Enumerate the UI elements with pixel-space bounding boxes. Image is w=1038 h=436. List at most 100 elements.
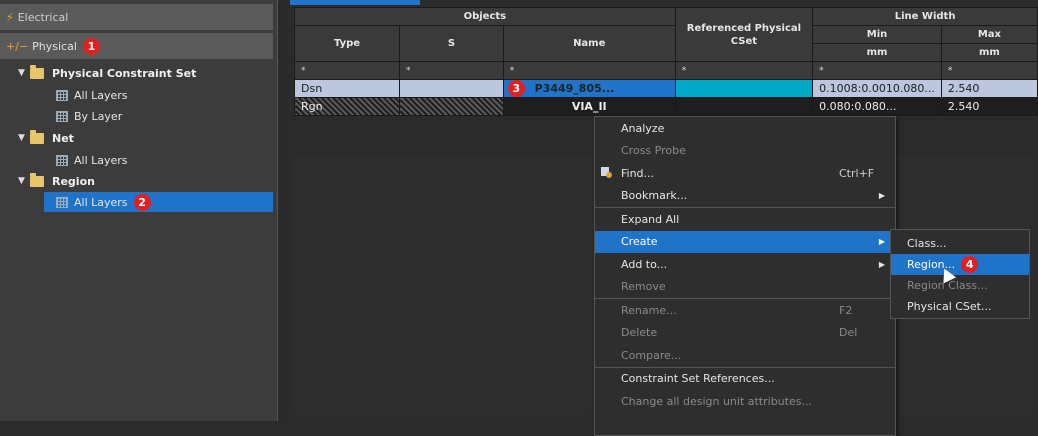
tree-item-net[interactable]: ▼ Net (18, 128, 74, 148)
panel-splitter[interactable] (277, 0, 286, 421)
cell-min[interactable]: 0.080:0.080... (812, 97, 942, 116)
menu-item-add-to[interactable]: Add to... ▶ (595, 253, 895, 276)
menu-label: Create (621, 235, 658, 249)
electrical-label: Electrical (17, 10, 69, 24)
menu-label: Delete (621, 326, 658, 340)
submenu-arrow-icon: ▶ (878, 191, 885, 201)
tree-label: Region (52, 174, 95, 188)
expand-arrow-icon[interactable]: ▼ (18, 68, 30, 78)
filter-max[interactable]: * (940, 61, 1038, 80)
table-row[interactable]: Rgn VIA_II 0.080:0.080... 2.540 (293, 97, 1038, 116)
unit-min: mm (812, 43, 942, 62)
menu-item-compare[interactable]: Compare... (595, 344, 895, 367)
menu-item-create[interactable]: Create ▶ (595, 230, 895, 253)
unit-max: mm (940, 43, 1038, 62)
cell-ref[interactable] (674, 97, 814, 116)
menu-item-remove[interactable]: Remove (595, 276, 895, 299)
cell-s[interactable] (399, 79, 504, 98)
cell-type[interactable]: Rgn (293, 97, 401, 116)
submenu-item-region[interactable]: Region... 4 (891, 254, 1029, 275)
tree-item-all-layers[interactable]: All Layers (56, 85, 128, 105)
step-badge-3: 3 (507, 80, 525, 97)
constraint-table: Objects Referenced Physical CSet Line Wi… (293, 7, 1038, 116)
menu-label: Analyze (621, 121, 665, 135)
cell-ref[interactable] (674, 79, 814, 98)
menu-shortcut: Del (839, 326, 858, 340)
filter-ref[interactable]: * (674, 61, 814, 80)
menu-item-cross-probe[interactable]: Cross Probe (595, 140, 895, 163)
tree-item-all-layers-net[interactable]: All Layers (56, 150, 128, 170)
cell-name-text: P3449_805... (534, 82, 615, 95)
cell-type[interactable]: Dsn (293, 79, 401, 98)
lightning-icon: ⚡ (6, 10, 14, 24)
menu-item-analyze[interactable]: Analyze (595, 117, 895, 140)
physical-label: Physical (32, 39, 77, 53)
submenu-arrow-icon: ▶ (878, 237, 885, 247)
header-referenced-cset[interactable]: Referenced Physical CSet (674, 7, 814, 62)
filter-min[interactable]: * (812, 61, 942, 80)
filter-s[interactable]: * (399, 61, 504, 80)
submenu-item-class[interactable]: Class... (891, 233, 1029, 254)
header-s[interactable]: S (399, 25, 504, 62)
folder-icon (30, 172, 44, 187)
cell-max[interactable]: 2.540 (940, 79, 1038, 98)
tree-label: By Layer (74, 109, 123, 123)
cell-s[interactable] (399, 97, 504, 116)
context-menu: Analyze Cross Probe Find... Ctrl+F Bookm… (594, 116, 896, 436)
electrical-section-header[interactable]: ⚡ Electrical (0, 4, 273, 30)
menu-item-rename[interactable]: Rename... F2 (595, 299, 895, 322)
header-objects: Objects (294, 7, 676, 26)
menu-item-change-design-units[interactable]: Change all design unit attributes... (595, 390, 895, 413)
menu-item-constraint-set-references[interactable]: Constraint Set References... (595, 368, 895, 391)
menu-label: Cross Probe (621, 144, 686, 158)
tree-label: All Layers (74, 153, 128, 167)
active-tab-indicator (290, 0, 420, 5)
filter-row: * * * * * * (293, 61, 1038, 80)
worksheet-icon (56, 196, 68, 208)
tree-item-all-layers-region[interactable]: All Layers 2 (44, 192, 273, 212)
menu-label: Expand All (621, 212, 680, 226)
expand-arrow-icon[interactable]: ▼ (18, 133, 30, 143)
cell-name[interactable]: 3 P3449_805... (502, 79, 676, 98)
physical-section-header[interactable]: +/− Physical 1 (0, 33, 273, 59)
filter-type[interactable]: * (293, 61, 401, 80)
expand-arrow-icon[interactable]: ▼ (18, 176, 30, 186)
tree-item-region[interactable]: ▼ Region (18, 171, 95, 191)
folder-icon (30, 129, 44, 144)
header-type[interactable]: Type (293, 25, 401, 62)
menu-label: Find... (621, 166, 655, 180)
physical-icon: +/− (6, 39, 29, 53)
tree-item-physical-constraint-set[interactable]: ▼ Physical Constraint Set (18, 63, 196, 83)
step-badge-1: 1 (82, 37, 100, 55)
submenu-item-region-class[interactable]: Region Class... (891, 275, 1029, 296)
tree-label: All Layers (74, 88, 128, 102)
menu-item-expand-all[interactable]: Expand All (595, 208, 895, 231)
submenu-item-physical-cset[interactable]: Physical CSet... (891, 296, 1029, 317)
menu-label: Class... (907, 237, 947, 250)
menu-label: Add to... (621, 257, 668, 271)
cell-min[interactable]: 0.1008:0.0010.080... (812, 79, 942, 98)
menu-label: Physical CSet... (907, 300, 992, 313)
step-badge-4: 4 (961, 256, 979, 273)
menu-item-delete[interactable]: Delete Del (595, 322, 895, 345)
menu-item-bookmark[interactable]: Bookmark... ▶ (595, 185, 895, 208)
tree-item-by-layer[interactable]: By Layer (56, 106, 122, 126)
folder-icon (30, 64, 44, 79)
menu-label: Compare... (621, 348, 682, 362)
menu-shortcut: F2 (839, 303, 853, 317)
menu-label: Constraint Set References... (621, 372, 775, 386)
worksheet-icon (56, 89, 68, 101)
cell-name[interactable]: VIA_II (502, 97, 676, 116)
header-name[interactable]: Name (502, 25, 676, 62)
header-max[interactable]: Max (940, 25, 1038, 44)
header-min[interactable]: Min (812, 25, 942, 44)
menu-label: Remove (621, 280, 666, 294)
menu-item-find[interactable]: Find... Ctrl+F (595, 162, 895, 185)
find-icon (601, 167, 612, 178)
cell-max[interactable]: 2.540 (940, 97, 1038, 116)
worksheet-icon (56, 154, 68, 166)
worksheet-icon (56, 110, 68, 122)
submenu-arrow-icon: ▶ (878, 259, 885, 269)
filter-name[interactable]: * (502, 61, 676, 80)
table-row[interactable]: Dsn 3 P3449_805... 0.1008:0.0010.080... … (293, 79, 1038, 98)
